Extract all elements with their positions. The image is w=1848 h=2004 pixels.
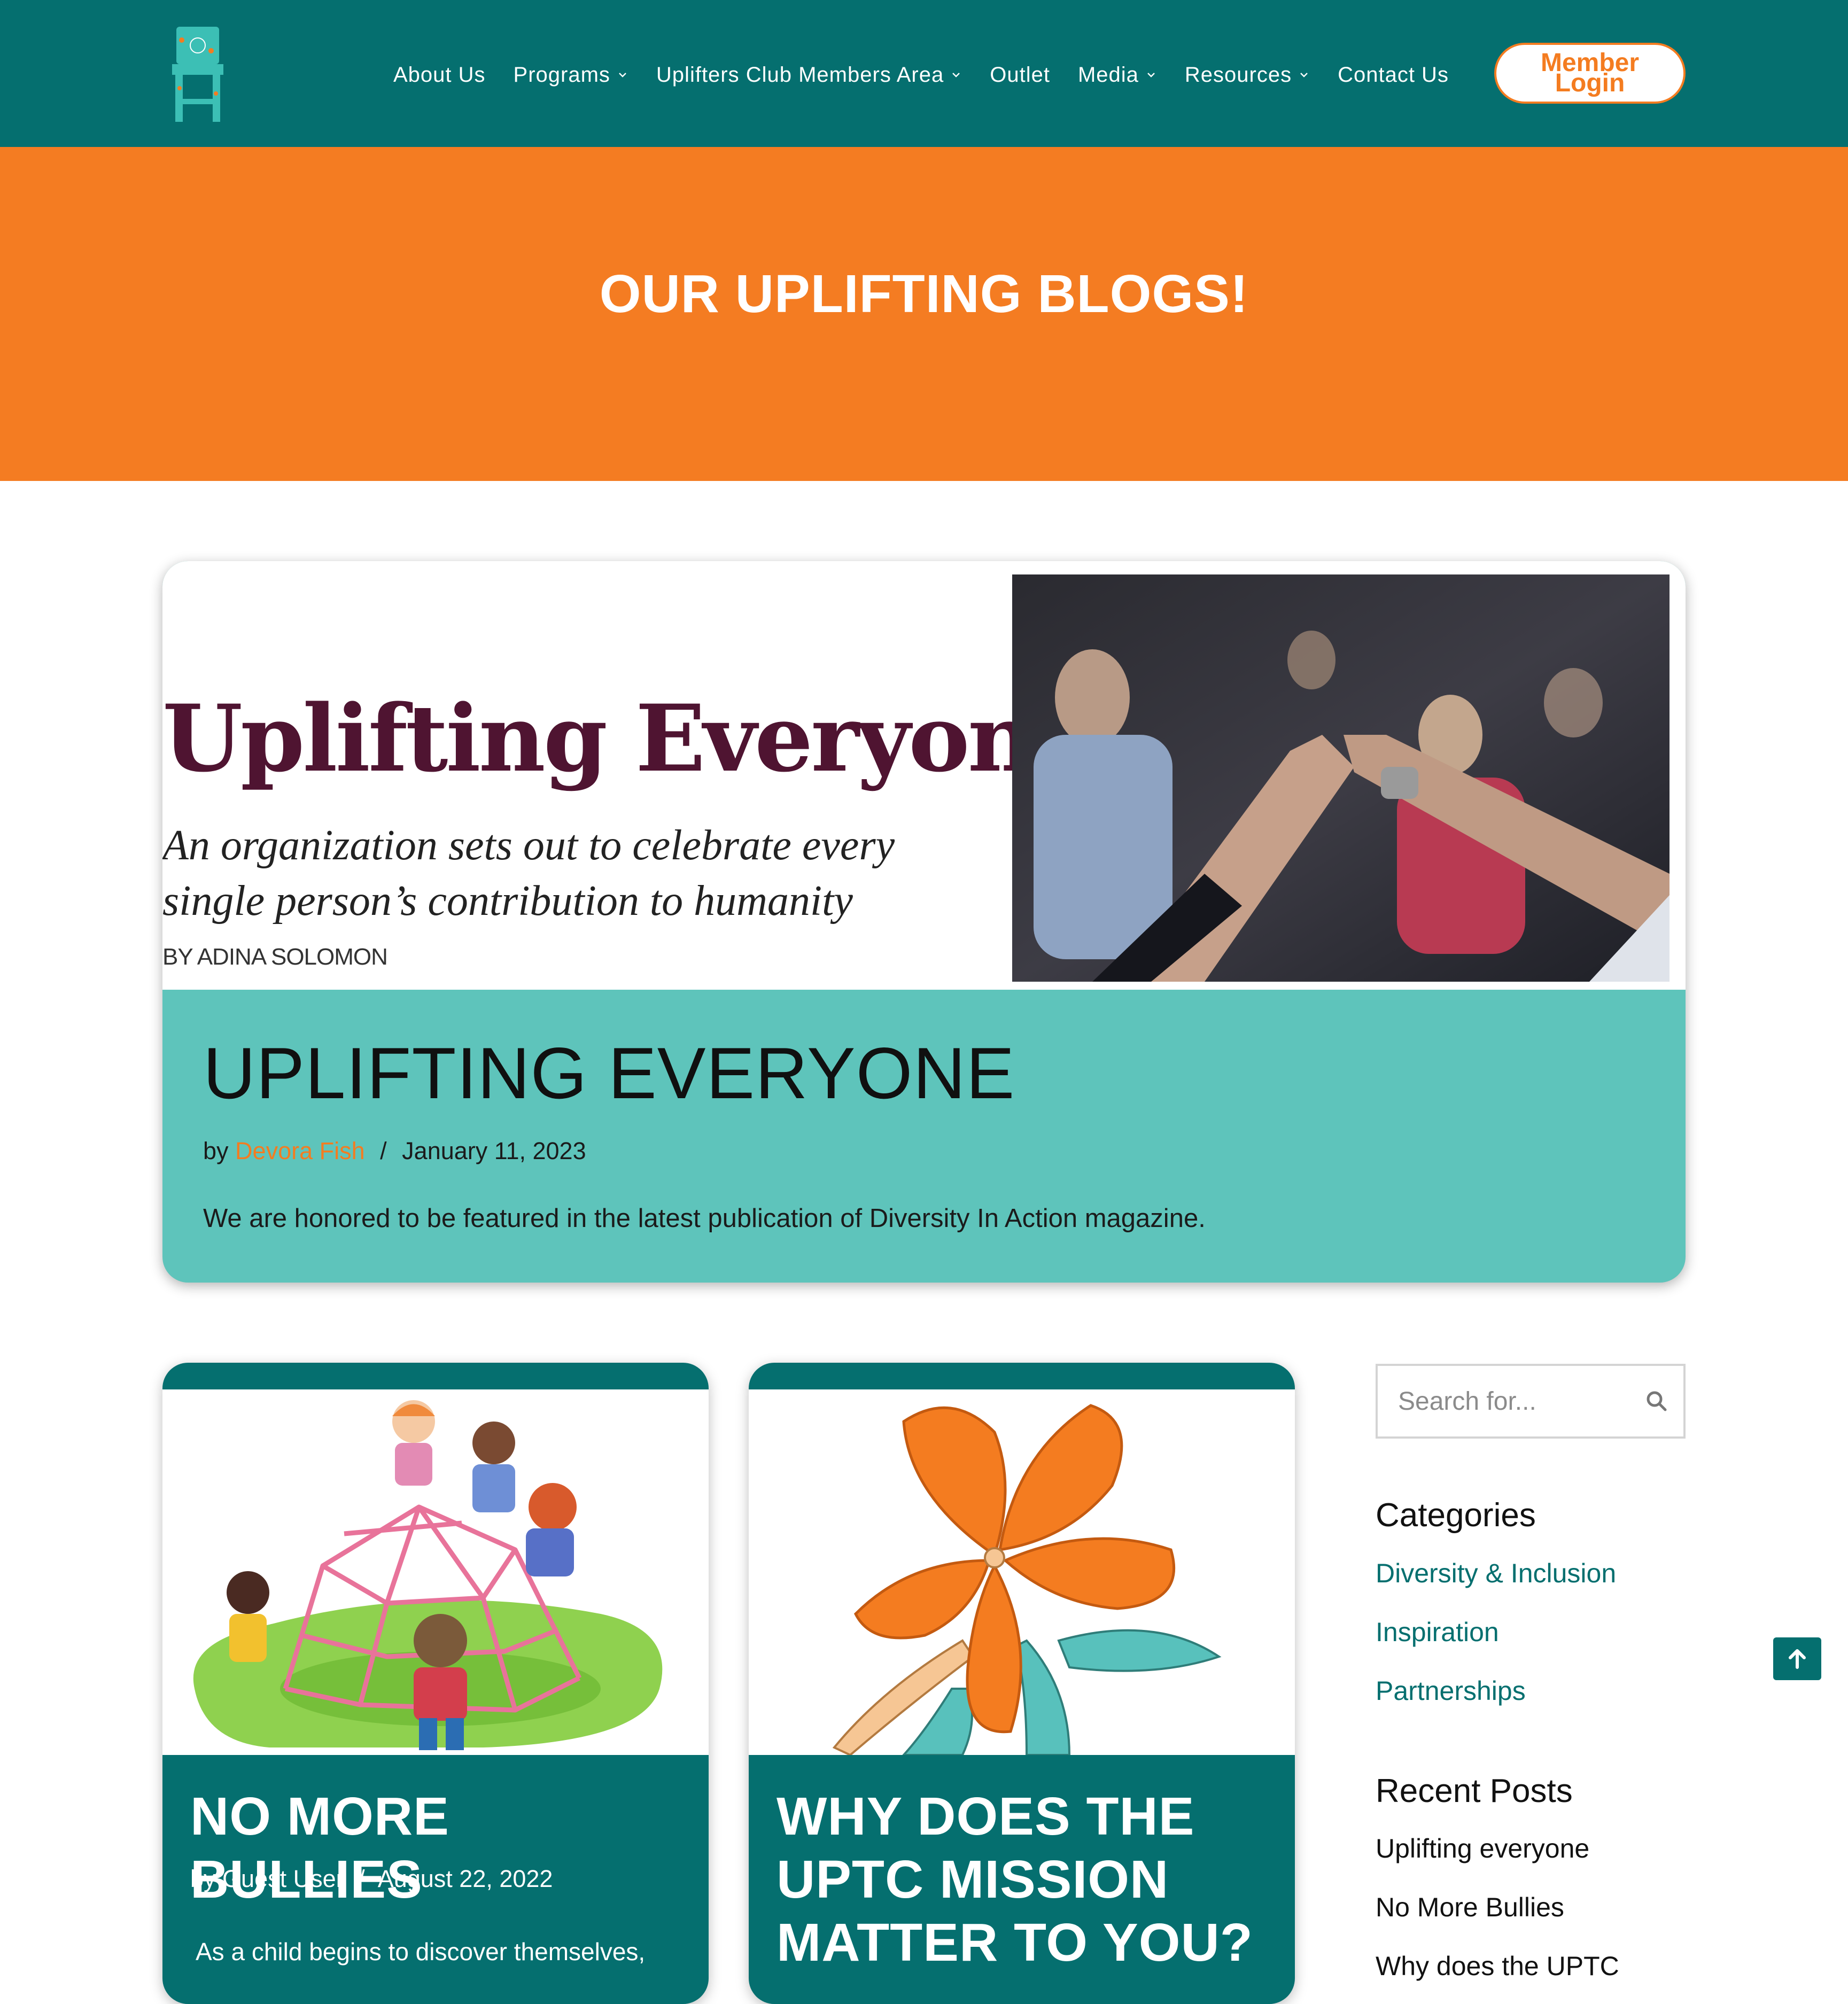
post-date: January 11, 2023 — [402, 1137, 586, 1164]
post-card-title[interactable]: WHY DOES THE UPTC MISSION MATTER TO YOU? — [777, 1785, 1274, 1974]
nav-label: Contact Us — [1338, 63, 1449, 87]
featured-post-meta: by Devora Fish / January 11, 2023 — [203, 1137, 1645, 1165]
hero-banner: OUR UPLIFTING BLOGS! — [0, 147, 1848, 481]
image-headline: Uplifting Everyone — [162, 684, 1091, 793]
category-link[interactable]: Diversity & Inclusion — [1376, 1558, 1616, 1589]
search-input[interactable] — [1378, 1366, 1629, 1436]
nav-label: Media — [1077, 63, 1139, 87]
nav-label: Resources — [1184, 63, 1292, 87]
chevron-down-icon — [619, 73, 626, 77]
page-title: OUR UPLIFTING BLOGS! — [599, 264, 1249, 324]
nav-label: Outlet — [990, 63, 1050, 87]
post-card[interactable]: NO MORE BULLIES by Guest User / August 2… — [162, 1363, 709, 2004]
chevron-down-icon — [1147, 73, 1155, 77]
nav-outlet[interactable]: Outlet — [990, 63, 1050, 87]
site-logo[interactable] — [160, 24, 235, 123]
featured-post-excerpt: We are honored to be featured in the lat… — [203, 1204, 1206, 1233]
dancing-people-photo — [1012, 574, 1670, 982]
meta-by: by — [203, 1137, 229, 1164]
back-to-top-button[interactable] — [1773, 1637, 1821, 1680]
chevron-down-icon — [952, 73, 960, 77]
kids-playground-illustration — [193, 1400, 663, 1750]
site-header: About Us Programs Uplifters Club Members… — [0, 0, 1848, 147]
recent-post-link[interactable]: Uplifting everyone — [1376, 1833, 1589, 1864]
nav-resources[interactable]: Resources — [1185, 63, 1310, 87]
member-login-button[interactable]: Member Login — [1494, 43, 1686, 104]
recent-post-link[interactable]: No More Bullies — [1376, 1892, 1564, 1923]
search-icon[interactable] — [1645, 1389, 1668, 1413]
post-card-image[interactable] — [749, 1389, 1295, 1757]
post-card[interactable]: WHY DOES THE UPTC MISSION MATTER TO YOU? — [749, 1363, 1295, 2004]
featured-post-card[interactable]: Uplifting Everyone An organization sets … — [162, 561, 1686, 1283]
featured-post-body: UPLIFTING EVERYONE by Devora Fish / Janu… — [203, 1031, 1645, 1233]
post-card-image[interactable] — [162, 1389, 709, 1755]
recent-post-link[interactable]: Why does the UPTC — [1376, 1951, 1619, 1982]
nav-label: About Us — [393, 63, 486, 87]
nav-programs[interactable]: Programs — [514, 63, 628, 87]
post-date: August 22, 2022 — [377, 1865, 553, 1892]
orange-flower-illustration — [832, 1404, 1222, 1757]
member-login-line2: Login — [1555, 69, 1625, 97]
image-byline: BY ADINA SOLOMON — [162, 944, 388, 970]
nav-uplifters-club[interactable]: Uplifters Club Members Area — [656, 63, 962, 87]
nav-media[interactable]: Media — [1078, 63, 1157, 87]
categories-heading: Categories — [1376, 1497, 1536, 1534]
post-card-excerpt: As a child begins to discover themselves… — [196, 1938, 646, 1966]
post-card-meta: by Guest User / August 22, 2022 — [190, 1865, 553, 1893]
category-link[interactable]: Partnerships — [1376, 1675, 1526, 1706]
featured-post-title[interactable]: UPLIFTING EVERYONE — [203, 1031, 1645, 1115]
chevron-down-icon — [1300, 73, 1308, 77]
meta-separator: / — [358, 1865, 365, 1892]
category-link[interactable]: Inspiration — [1376, 1617, 1499, 1648]
author-link[interactable]: Devora Fish — [235, 1137, 365, 1164]
featured-post-image[interactable]: Uplifting Everyone An organization sets … — [162, 561, 1686, 990]
recent-posts-heading: Recent Posts — [1376, 1773, 1573, 1809]
meta-by: by — [190, 1865, 216, 1892]
arrow-up-icon — [1789, 1649, 1806, 1669]
meta-separator: / — [380, 1137, 387, 1164]
search-box — [1376, 1364, 1686, 1439]
nav-label: Programs — [513, 63, 610, 87]
nav-about-us[interactable]: About Us — [393, 63, 486, 87]
nav-label: Uplifters Club Members Area — [656, 63, 944, 87]
nav-contact-us[interactable]: Contact Us — [1338, 63, 1449, 87]
author-link[interactable]: Guest User — [222, 1865, 344, 1892]
main-nav: About Us Programs Uplifters Club Members… — [393, 59, 1477, 91]
image-subtitle: An organization sets out to celebrate ev… — [162, 822, 895, 925]
